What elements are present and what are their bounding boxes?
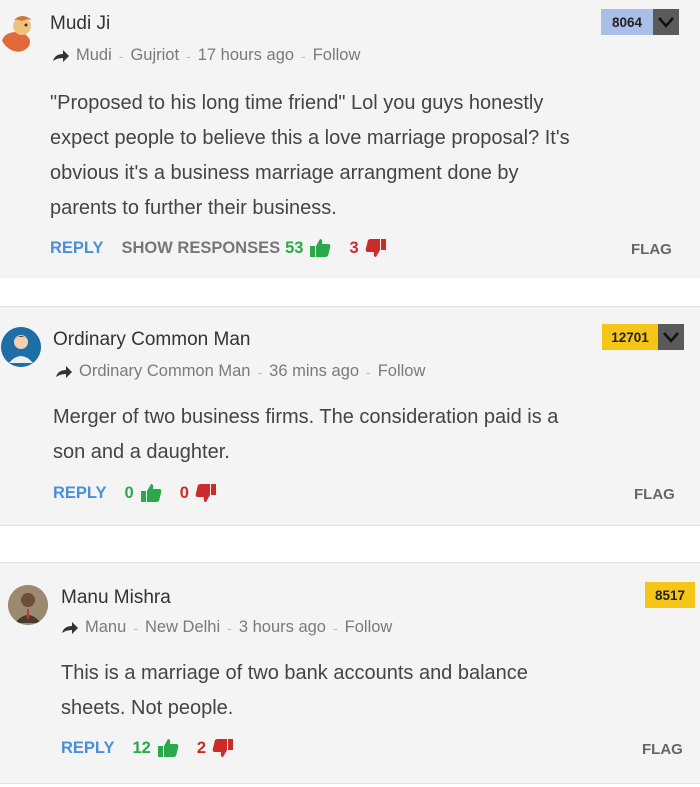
downvote-count: 2 (196, 738, 207, 757)
author-handle[interactable]: Ordinary Common Man (79, 362, 250, 381)
points-value: 8064 (601, 9, 653, 35)
separator: - (227, 619, 232, 636)
comment-body: This is a marriage of two bank accounts … (61, 656, 528, 726)
chevron-down-icon[interactable] (653, 9, 679, 35)
avatar[interactable] (1, 327, 41, 367)
flag-button[interactable]: FLAG (642, 741, 683, 758)
separator: - (257, 363, 263, 380)
comment-time: 17 hours ago (197, 46, 295, 64)
comment-card: Mudi Ji Mudi - Gujriot - 17 hours ago - … (0, 0, 700, 278)
flag-button[interactable]: FLAG (634, 486, 675, 503)
comment-line: Merger of two business firms. The consid… (53, 406, 559, 428)
comment-time: 3 hours ago (238, 618, 326, 636)
flag-button[interactable]: FLAG (631, 241, 672, 258)
upvote-count: 12 (132, 738, 151, 757)
show-responses-button[interactable]: SHOW RESPONSES (122, 239, 281, 258)
thumbs-down-icon[interactable] (212, 738, 234, 758)
points-value: 8517 (645, 582, 695, 608)
comment-meta: Ordinary Common Man - 36 mins ago - Foll… (55, 362, 425, 381)
author-name[interactable]: Ordinary Common Man (53, 329, 250, 351)
comment-line: "Proposed to his long time friend" Lol y… (50, 92, 544, 114)
author-handle[interactable]: Mudi (76, 46, 112, 65)
comment-line: sheets. Not people. (61, 697, 234, 719)
comment-actions: REPLY SHOW RESPONSES 53 3 (50, 238, 387, 258)
author-name[interactable]: Mudi Ji (50, 13, 110, 35)
comment-line: parents to further their business. (50, 197, 337, 219)
upvote-count: 0 (124, 483, 134, 502)
comment-card: Manu Mishra Manu - New Delhi - 3 hours a… (0, 562, 700, 784)
avatar[interactable] (8, 585, 48, 625)
comment-line: obvious it's a business marriage arrangm… (50, 162, 519, 184)
reply-button[interactable]: REPLY (61, 739, 115, 758)
thumbs-up-icon[interactable] (157, 738, 179, 758)
comment-meta: Mudi - Gujriot - 17 hours ago - Follow (52, 46, 360, 65)
share-arrow-icon (62, 621, 78, 634)
share-arrow-icon (53, 49, 69, 62)
comment-actions: REPLY 0 0 (53, 483, 217, 503)
points-badge[interactable]: 8517 (645, 582, 695, 608)
follow-link[interactable]: Follow (313, 46, 361, 65)
separator: - (186, 47, 191, 64)
separator: - (332, 619, 338, 636)
points-value: 12701 (602, 324, 658, 350)
points-badge[interactable]: 8064 (601, 9, 679, 35)
author-location: Gujriot (130, 46, 180, 64)
comment-meta: Manu - New Delhi - 3 hours ago - Follow (61, 618, 392, 637)
comment-line: This is a marriage of two bank accounts … (61, 662, 528, 684)
avatar[interactable] (0, 12, 40, 52)
thumbs-down-icon[interactable] (195, 483, 217, 503)
points-badge[interactable]: 12701 (602, 324, 684, 350)
thumbs-up-icon[interactable] (309, 238, 331, 258)
separator: - (301, 47, 306, 64)
comment-card: Ordinary Common Man Ordinary Common Man … (0, 306, 700, 526)
separator: - (366, 363, 371, 380)
reply-button[interactable]: REPLY (53, 484, 107, 503)
comment-line: son and a daughter. (53, 441, 230, 463)
follow-link[interactable]: Follow (378, 362, 426, 381)
comment-actions: REPLY 12 2 (61, 738, 234, 758)
comment-line: expect people to believe this a love mar… (50, 127, 570, 149)
author-name[interactable]: Manu Mishra (61, 587, 171, 609)
upvote-count: 53 (285, 238, 304, 257)
comment-body: "Proposed to his long time friend" Lol y… (50, 86, 570, 226)
chevron-down-icon[interactable] (658, 324, 684, 350)
thumbs-up-icon[interactable] (140, 483, 162, 503)
share-arrow-icon (56, 365, 72, 378)
separator: - (118, 47, 124, 64)
comment-body: Merger of two business firms. The consid… (53, 400, 558, 470)
thumbs-down-icon[interactable] (365, 238, 387, 258)
follow-link[interactable]: Follow (345, 618, 393, 637)
downvote-count: 3 (349, 238, 359, 257)
separator: - (133, 619, 138, 636)
downvote-count: 0 (179, 483, 189, 502)
reply-button[interactable]: REPLY (50, 239, 104, 258)
author-handle[interactable]: Manu (85, 618, 126, 637)
comment-time: 36 mins ago (269, 362, 360, 380)
author-location: New Delhi (144, 618, 221, 636)
